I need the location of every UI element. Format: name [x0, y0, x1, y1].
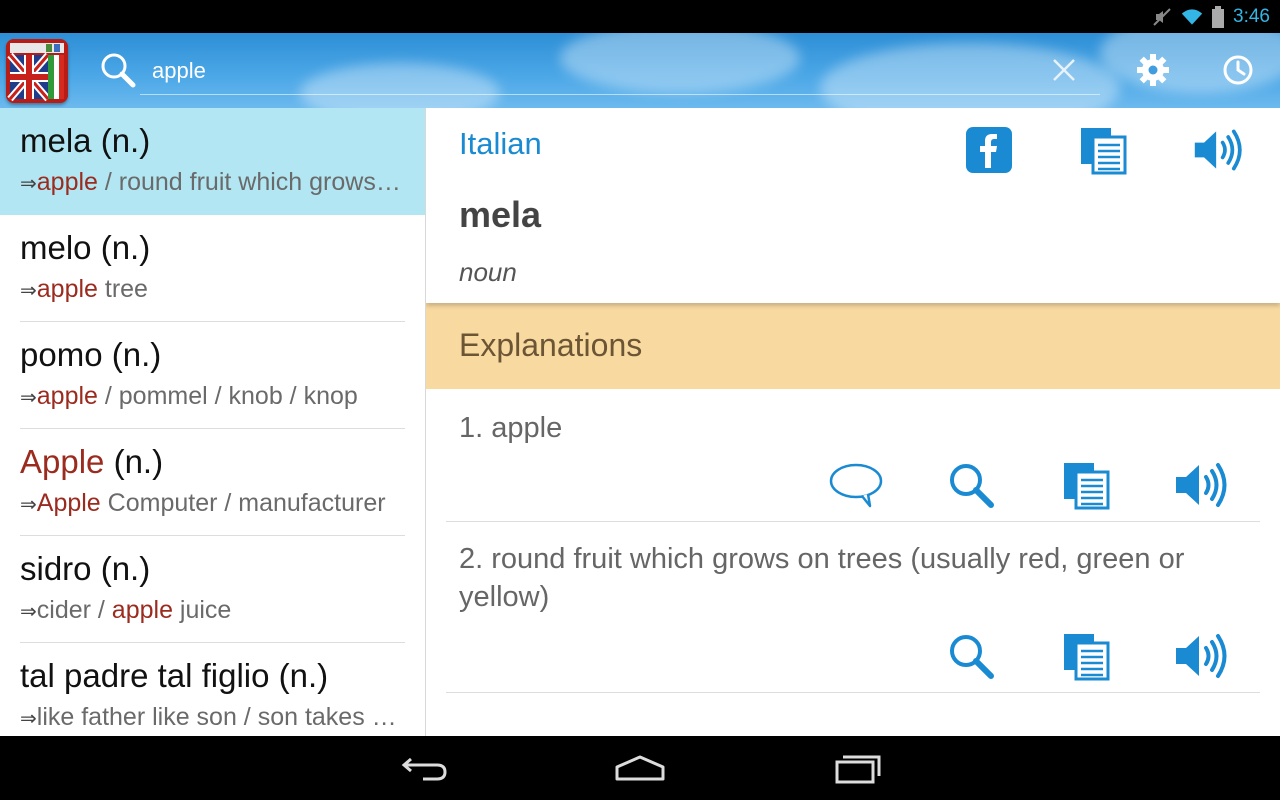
result-title: pomo (n.): [20, 336, 425, 374]
language-label: Italian: [459, 126, 542, 161]
result-translation: ⇒Apple Computer / manufacturer: [20, 489, 406, 518]
result-word: sidro: [20, 550, 92, 587]
headword: mela: [459, 194, 542, 235]
translation-text: tree: [97, 275, 148, 303]
copy-icon[interactable]: [1077, 124, 1129, 176]
result-title: sidro (n.): [20, 550, 425, 588]
toolbar: [0, 33, 1280, 108]
back-icon[interactable]: [394, 750, 454, 786]
explanations-section-header: Explanations: [426, 303, 1280, 389]
arrow-icon: ⇒: [20, 599, 37, 623]
definition-text: 2. round fruit which grows on trees (usu…: [459, 543, 1185, 613]
gear-icon[interactable]: [1134, 51, 1172, 89]
definition-item: 2. round fruit which grows on trees (usu…: [426, 522, 1280, 693]
result-pos: (n.): [91, 229, 151, 266]
translation-text: / round fruit which grows on trees: [104, 168, 406, 196]
navigation-bar: [0, 736, 1280, 800]
result-pos: (n.): [269, 657, 329, 694]
divider: [446, 692, 1260, 693]
battery-icon: [1211, 5, 1225, 28]
result-title: mela (n.): [20, 122, 425, 160]
definition-item: 1. apple: [426, 389, 1280, 522]
clear-icon[interactable]: [1046, 52, 1082, 88]
wifi-icon: [1181, 6, 1203, 28]
speaker-icon[interactable]: [1192, 124, 1244, 176]
result-translation: ⇒like father like son / son takes after: [20, 703, 406, 732]
result-translation: ⇒apple tree: [20, 275, 406, 304]
definition-actions: [913, 630, 1258, 682]
arrow-icon: ⇒: [20, 706, 37, 730]
speaker-icon[interactable]: [1143, 630, 1258, 682]
definition-actions: [798, 459, 1258, 511]
arrow-icon: ⇒: [20, 492, 37, 516]
result-pos: (n.): [102, 336, 162, 373]
matched-term: apple: [36, 168, 98, 196]
status-bar: 3:46: [0, 0, 1280, 33]
speaker-icon[interactable]: [1143, 459, 1258, 511]
result-word: Apple: [20, 443, 105, 480]
result-title: Apple (n.): [20, 443, 425, 481]
result-word: pomo: [20, 336, 103, 373]
result-title: tal padre tal figlio (n.): [20, 657, 425, 695]
comment-icon[interactable]: [798, 459, 913, 511]
result-item[interactable]: mela (n.) ⇒apple / round fruit which grow…: [0, 108, 425, 215]
result-translation: ⇒apple / pommel / knob / knop: [20, 382, 406, 411]
search-icon[interactable]: [913, 630, 1028, 682]
detail-header: Italian mela noun: [426, 108, 1280, 303]
recents-icon[interactable]: [828, 750, 888, 786]
copy-icon[interactable]: [1028, 630, 1143, 682]
facebook-icon[interactable]: [963, 124, 1015, 176]
result-title: melo (n.): [20, 229, 425, 267]
translation-text: cider /: [36, 596, 112, 624]
result-item[interactable]: melo (n.) ⇒apple tree: [0, 215, 425, 322]
translation-text: juice: [172, 596, 232, 624]
matched-term: apple: [36, 275, 98, 303]
mute-icon: [1151, 6, 1173, 28]
section-title: Explanations: [459, 327, 643, 363]
result-item[interactable]: tal padre tal figlio (n.) ⇒like father li…: [0, 643, 425, 736]
arrow-icon: ⇒: [20, 278, 37, 302]
search-input[interactable]: [140, 47, 1040, 93]
result-pos: (n.): [104, 443, 164, 480]
copy-icon[interactable]: [1028, 459, 1143, 511]
matched-term: Apple: [36, 489, 101, 517]
results-list[interactable]: mela (n.) ⇒apple / round fruit which grow…: [0, 108, 426, 736]
result-pos: (n.): [91, 122, 151, 159]
detail-panel: Italian mela noun Explanations 1. apple …: [426, 108, 1280, 736]
result-word: melo: [20, 229, 92, 266]
result-item[interactable]: pomo (n.) ⇒apple / pommel / knob / knop: [0, 322, 425, 429]
translation-text: Computer / manufacturer: [100, 489, 386, 517]
search-field[interactable]: [140, 47, 1100, 95]
matched-term: apple: [111, 596, 173, 624]
definition-text: 1. apple: [459, 412, 563, 444]
translation-text: / pommel / knob / knop: [97, 382, 358, 410]
history-clock-icon[interactable]: [1219, 51, 1257, 89]
result-item[interactable]: Apple (n.) ⇒Apple Computer / manufacturer: [0, 429, 425, 536]
result-word: mela: [20, 122, 92, 159]
result-translation: ⇒cider / apple juice: [20, 596, 406, 625]
result-translation: ⇒apple / round fruit which grows on tree…: [20, 168, 406, 197]
search-icon[interactable]: [913, 459, 1028, 511]
result-pos: (n.): [91, 550, 151, 587]
result-word: tal padre tal figlio: [20, 657, 270, 694]
translation-text: like father like son / son takes after: [36, 703, 406, 731]
status-time: 3:46: [1233, 5, 1270, 27]
matched-term: apple: [36, 382, 98, 410]
home-icon[interactable]: [610, 750, 670, 786]
app-logo-flags-icon[interactable]: [6, 39, 68, 103]
search-icon[interactable]: [98, 50, 138, 90]
arrow-icon: ⇒: [20, 171, 37, 195]
part-of-speech: noun: [459, 257, 517, 287]
arrow-icon: ⇒: [20, 385, 37, 409]
result-item[interactable]: sidro (n.) ⇒cider / apple juice: [0, 536, 425, 643]
